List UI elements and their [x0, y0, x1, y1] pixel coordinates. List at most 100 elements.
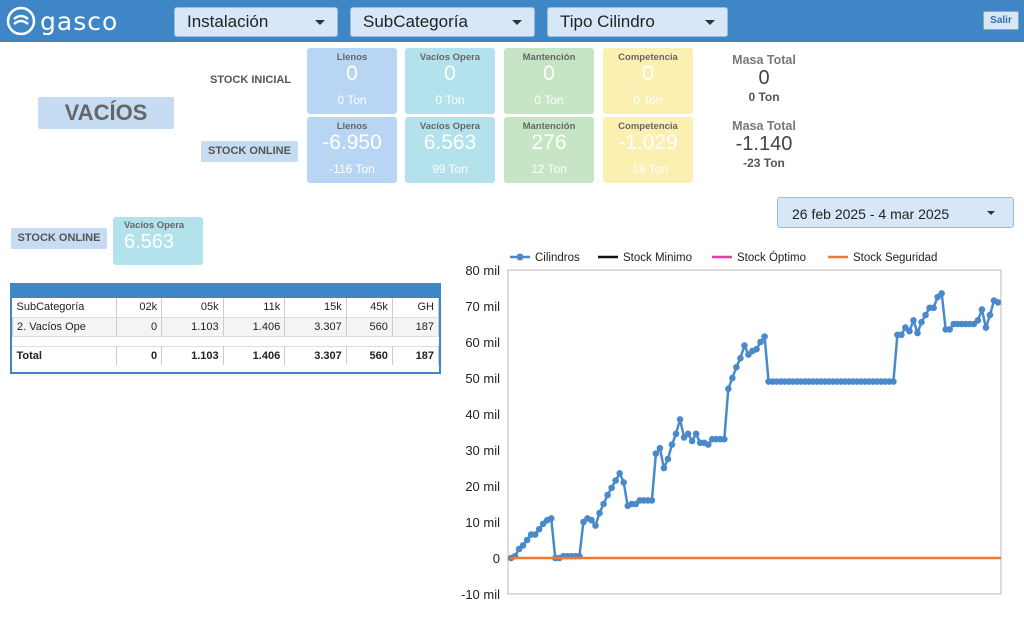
data-point [910, 317, 917, 324]
gasco-logo-icon [6, 6, 36, 36]
data-point [547, 515, 555, 522]
card-sub: 99 Ton [432, 162, 468, 176]
data-point [721, 435, 728, 443]
subcategory-table: SubCategoría 02k 05k 11k 15k 45k GH 2. V… [10, 283, 441, 374]
column-header[interactable]: 11k [223, 298, 286, 317]
table-cell: Total [12, 345, 117, 365]
stock-inicial-label: STOCK INICIAL [210, 74, 292, 86]
card-online-competencia: Competencia -1.029 -18 Ton [603, 117, 693, 183]
data-point [596, 509, 603, 517]
data-point [692, 430, 700, 438]
column-header[interactable]: 05k [161, 298, 224, 317]
data-point [938, 290, 945, 297]
data-point [660, 464, 668, 472]
masa-total-inicial: Masa Total 0 0 Ton [709, 53, 819, 104]
table-cell: 2. Vacíos Ope [12, 316, 117, 337]
data-point [652, 450, 660, 457]
data-point [986, 311, 994, 319]
cilindros-line-chart: 80 mil 70 mil 60 mil 50 mil 40 mil 30 mil 20 m… [461, 251, 1002, 602]
data-point [729, 374, 736, 382]
filter-subcategoria-label: SubCategoría [363, 12, 468, 31]
data-point [656, 444, 664, 452]
card-sub: 0 Ton [435, 93, 465, 107]
card-value: -6.950 [322, 131, 382, 154]
card-sub: 0 Ton [534, 93, 564, 107]
card-value: 276 [531, 131, 567, 154]
filter-instalacion-label: Instalación [187, 12, 269, 31]
date-range-picker[interactable]: 26 feb 2025 - 4 mar 2025 [777, 197, 1014, 228]
data-point [668, 441, 676, 448]
data-point [519, 542, 527, 549]
masa-title: Masa Total [732, 119, 796, 133]
column-header[interactable]: 02k [116, 298, 163, 317]
exit-button[interactable]: Salir [983, 11, 1019, 30]
filter-tipo-cilindro[interactable]: Tipo Cilindro [547, 7, 728, 37]
data-point [612, 477, 619, 484]
card-online-llenos: Llenos -6.950 -116 Ton [307, 117, 397, 183]
data-point [978, 306, 986, 313]
data-point [608, 484, 615, 492]
column-header[interactable]: SubCategoría [12, 298, 117, 317]
data-point [535, 525, 543, 533]
data-point [648, 497, 656, 504]
data-point [890, 378, 897, 385]
plot-area [507, 269, 1002, 595]
y-tick-label: 20 mil [465, 479, 500, 494]
card-inicial-llenos: Llenos 0 0 Ton [307, 48, 397, 114]
data-point [906, 327, 913, 335]
data-point [688, 437, 696, 445]
data-point [898, 331, 905, 339]
data-point [974, 317, 982, 324]
table-cell: 3.307 [284, 316, 347, 337]
logo-text: gasco [40, 6, 119, 36]
card-inicial-competencia: Competencia 0 0 Ton [603, 48, 693, 114]
column-header[interactable]: 15k [284, 298, 347, 317]
card-value: 6.563 [423, 131, 477, 154]
card-value: 0 [642, 62, 654, 85]
table-cell: 187 [392, 345, 440, 365]
legend-label: Cilindros [535, 252, 580, 264]
y-tick-label: 0 [493, 551, 500, 566]
data-point [733, 363, 740, 371]
data-point [922, 311, 929, 319]
filter-tipo-cilindro-label: Tipo Cilindro [560, 12, 655, 31]
card-inicial-vacios-opera: Vacíos Opera 0 0 Ton [405, 48, 495, 114]
y-tick-label: 50 mil [465, 371, 500, 386]
y-tick-label: 40 mil [465, 407, 500, 422]
masa-sub: -23 Ton [743, 156, 785, 170]
card-inicial-mantencion: Mantención 0 0 Ton [504, 48, 594, 114]
data-point [672, 430, 680, 438]
table-cell: 1.103 [161, 316, 224, 337]
card-online-mantencion: Mantención 276 12 Ton [504, 117, 594, 183]
data-point [737, 354, 744, 362]
table-row[interactable]: 2. Vacíos Ope 0 1.103 1.406 3.307 560 18… [12, 316, 440, 337]
data-point [676, 416, 684, 423]
data-point [982, 324, 990, 331]
filter-subcategoria[interactable]: SubCategoría [350, 7, 535, 37]
card-title: Vacíos Opera [124, 220, 185, 231]
table-cell: 3.307 [284, 345, 347, 365]
table-cell: 0 [116, 345, 163, 365]
stock-online-small-label: STOCK ONLINE [11, 228, 107, 249]
y-tick-label: 60 mil [465, 335, 500, 350]
y-tick-label: 70 mil [465, 299, 500, 314]
card-sub: 12 Ton [531, 162, 567, 176]
data-point [588, 516, 595, 524]
legend-label: Stock Óptimo [737, 251, 806, 264]
series-line-cilindros [510, 290, 999, 560]
table-cell: 1.406 [223, 345, 286, 365]
chevron-down-icon [512, 20, 522, 25]
data-point [918, 318, 925, 326]
table-cell: 560 [346, 345, 393, 365]
table-cell: 1.406 [223, 316, 286, 337]
data-point [620, 479, 627, 486]
data-point [523, 536, 531, 544]
column-header[interactable]: 45k [346, 298, 393, 317]
filter-instalacion[interactable]: Instalación [174, 7, 338, 37]
chevron-down-icon [315, 20, 325, 25]
table-header-row: SubCategoría 02k 05k 11k 15k 45k GH [12, 298, 440, 317]
chevron-down-icon [987, 211, 995, 215]
card-value: -1.029 [618, 131, 678, 154]
column-header[interactable]: GH [392, 298, 440, 317]
data-point [753, 345, 760, 353]
